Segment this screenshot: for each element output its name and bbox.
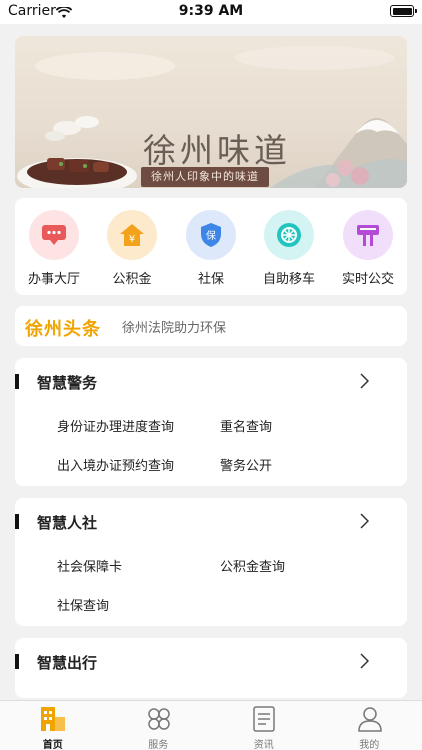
bottom-tab-bar: 首页 服务 资讯 我的 [0, 700, 422, 750]
tab-label: 我的 [359, 740, 380, 750]
service-label: 实时公交 [341, 272, 394, 287]
tab-profile[interactable]: 我的 [317, 701, 422, 750]
move-car-wheel-icon [264, 210, 314, 260]
tab-news[interactable]: 资讯 [211, 701, 317, 750]
headline-news-bar[interactable]: 徐州头条 徐州法院助力环保 [15, 306, 407, 346]
service-realtime-bus[interactable]: 实时公交 [329, 198, 407, 295]
chevron-right-icon[interactable] [359, 513, 370, 533]
section-smart-travel: 智慧出行 [15, 638, 407, 698]
section-marker [15, 374, 19, 389]
link-police-disclosure[interactable]: 警务公开 [220, 455, 272, 474]
service-social-security[interactable]: 保 社保 [172, 198, 250, 295]
chevron-right-icon[interactable] [359, 653, 370, 673]
service-label: 自助移车 [262, 272, 315, 287]
service-hall[interactable]: 办事大厅 [15, 198, 93, 295]
tab-home[interactable]: 首页 [0, 701, 106, 750]
link-exit-entry-appointment[interactable]: 出入境办证预约查询 [57, 455, 174, 474]
section-title: 智慧警务 [37, 374, 98, 392]
battery-icon [390, 5, 417, 17]
svg-text:¥: ¥ [129, 234, 135, 245]
clock: 9:39 AM [178, 3, 244, 19]
promo-banner[interactable]: 徐州味道 徐州人印象中的味道 [15, 36, 407, 188]
service-move-car[interactable]: 自助移车 [250, 198, 328, 295]
services-grid-icon [146, 705, 172, 733]
status-bar: Carrier 9:39 AM [0, 0, 422, 24]
chevron-right-icon[interactable] [359, 373, 370, 393]
link-id-card-progress[interactable]: 身份证办理进度查询 [57, 416, 174, 435]
home-building-icon [40, 705, 66, 733]
tab-services[interactable]: 服务 [106, 701, 212, 750]
link-social-security-card[interactable]: 社会保障卡 [57, 556, 122, 575]
service-label: 公积金 [112, 272, 152, 287]
svg-text:保: 保 [206, 229, 216, 242]
tab-label: 资讯 [253, 740, 274, 750]
section-marker [15, 514, 19, 529]
news-document-icon [251, 705, 277, 733]
profile-person-icon [357, 705, 383, 733]
banner-subtitle: 徐州人印象中的味道 [141, 167, 269, 187]
section-smart-social: 智慧人社 社会保障卡 公积金查询 社保查询 [15, 498, 407, 626]
fund-house-icon: ¥ [107, 210, 157, 260]
section-title: 智慧人社 [37, 514, 98, 532]
section-title: 智慧出行 [37, 654, 98, 672]
service-label: 社保 [197, 272, 224, 287]
headline-text[interactable]: 徐州法院助力环保 [122, 317, 226, 336]
bus-stop-sign-icon [343, 210, 393, 260]
tab-label: 首页 [42, 740, 63, 750]
service-label: 办事大厅 [27, 272, 80, 287]
tab-label: 服务 [148, 740, 169, 750]
section-marker [15, 654, 19, 669]
social-security-shield-icon: 保 [186, 210, 236, 260]
banner-title: 徐州味道 [143, 131, 291, 170]
headline-logo: 徐州头条 [25, 319, 101, 340]
quick-services: 办事大厅 ¥ 公积金 保 社保 自助移车 实时公交 [15, 198, 407, 295]
link-fund-query[interactable]: 公积金查询 [220, 556, 285, 575]
hall-chat-icon [29, 210, 79, 260]
section-smart-police: 智慧警务 身份证办理进度查询 重名查询 出入境办证预约查询 警务公开 [15, 358, 407, 486]
link-social-security-query[interactable]: 社保查询 [57, 595, 109, 614]
service-fund[interactable]: ¥ 公积金 [93, 198, 171, 295]
link-duplicate-name[interactable]: 重名查询 [220, 416, 272, 435]
